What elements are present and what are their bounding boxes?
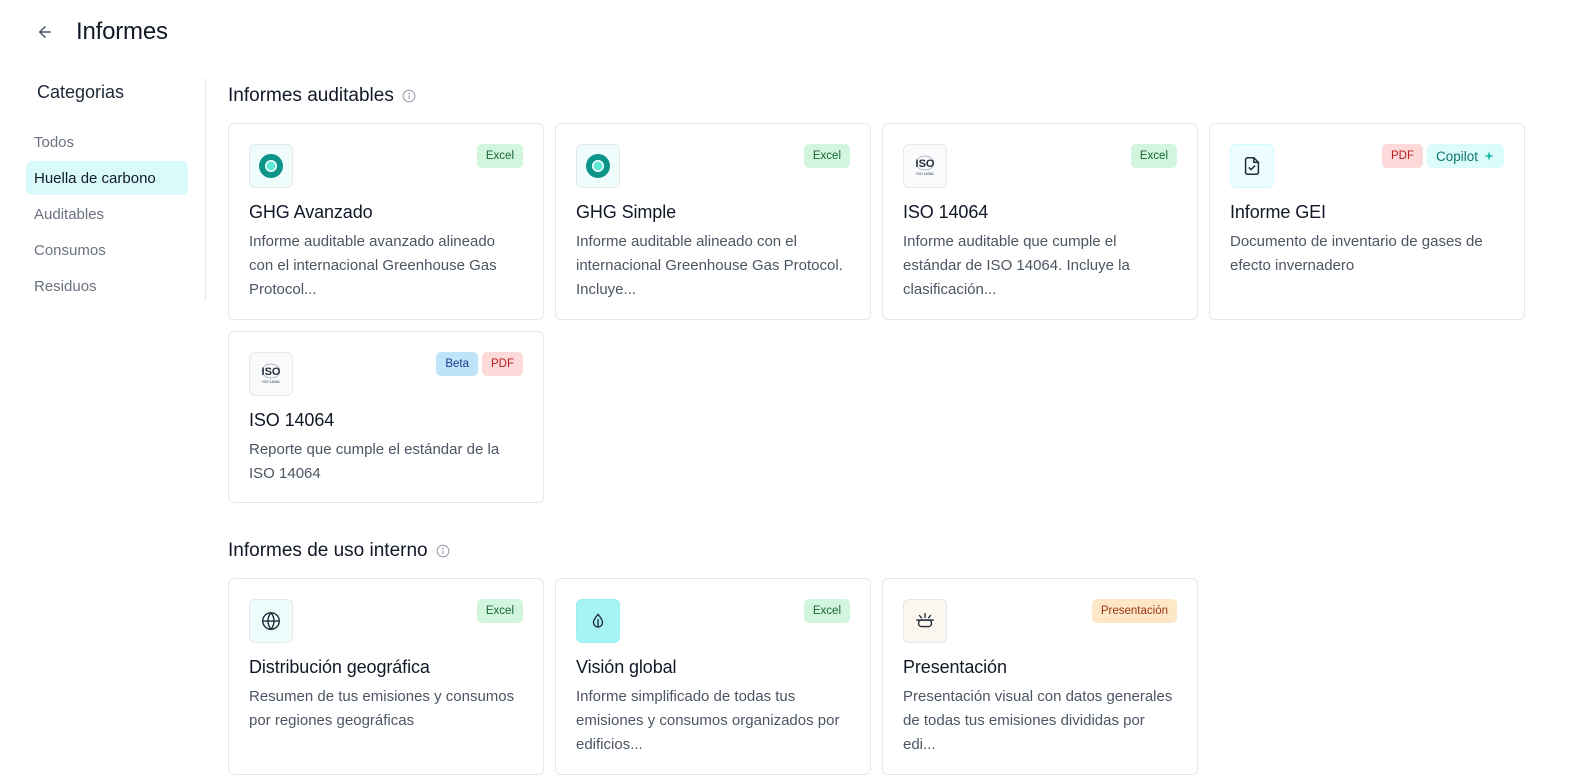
excel-badge: Excel [476,599,523,623]
card-title: GHG Simple [576,202,677,222]
section-auditable-heading: Informes auditables [228,80,1528,112]
sidebar-item-label: Consumos [34,241,106,259]
copilot-badge: Copilot [1426,144,1504,168]
beta-badge: Beta [436,352,478,376]
section-title: Informes de uso interno [228,540,428,561]
sidebar-item-label: Auditables [34,205,105,223]
section-title: Informes auditables [228,85,394,106]
leaf-drop-icon [576,599,620,643]
card-description: Informe auditable alineado con el intern… [576,233,843,298]
sidebar-item-label: Todos [34,133,75,151]
copilot-label: Copilot [1435,148,1478,164]
reports-main: Informes auditables Excel GHG Avanzado I… [228,80,1528,775]
report-card-ghg-simple[interactable]: Excel GHG Simple Informe auditable aline… [555,123,871,320]
sidebar-item-label: Residuos [34,277,97,295]
sidebar-item-residuos[interactable]: Residuos [26,269,188,303]
card-title: ISO 14064 [249,410,335,430]
card-description: Informe simplificado de todas tus emisio… [576,688,840,753]
sidebar-item-consumos[interactable]: Consumos [26,233,188,267]
excel-badge: Excel [1130,144,1177,168]
presentation-badge: Presentación [1091,599,1177,623]
globe-icon [249,599,293,643]
internal-reports-grid: Excel Distribución geográfica Resumen de… [228,578,1528,775]
card-title: GHG Avanzado [249,202,373,222]
excel-badge: Excel [476,144,523,168]
presentation-icon [903,599,947,643]
category-sidebar: Categorias Todos Huella de carbono Audit… [26,78,206,300]
pdf-badge: PDF [482,352,523,376]
report-card-distribucion-geografica[interactable]: Excel Distribución geográfica Resumen de… [228,578,544,775]
card-title: Distribución geográfica [249,657,430,677]
iso-logo-icon: ISO ISO 14064 [903,144,947,188]
file-check-icon [1230,144,1274,188]
card-description: Resumen de tus emisiones y consumos por … [249,688,515,729]
pdf-badge: PDF [1381,144,1423,168]
card-title: Visión global [576,657,677,677]
card-title: ISO 14064 [903,202,989,222]
svg-text:ISO 14064: ISO 14064 [916,172,933,176]
excel-badge: Excel [803,144,850,168]
info-icon[interactable] [436,544,450,558]
card-description: Informe auditable que cumple el estándar… [903,233,1130,298]
page-header: Informes [28,12,168,52]
report-card-iso-14064-excel[interactable]: ISO ISO 14064 Excel ISO 14064 Informe au… [882,123,1198,320]
iso-logo-icon: ISO ISO 14064 [249,352,293,396]
report-card-iso-14064-pdf[interactable]: ISO ISO 14064 Beta PDF ISO 14064 Reporte… [228,331,544,503]
svg-text:ISO 14064: ISO 14064 [262,380,279,384]
card-description: Presentación visual con datos generales … [903,688,1173,753]
back-button[interactable] [28,15,62,49]
svg-text:ISO: ISO [262,366,281,378]
sidebar-item-auditables[interactable]: Auditables [26,197,188,231]
ghg-logo-icon [576,144,620,188]
arrow-left-icon [39,26,51,38]
sidebar-item-huella-de-carbono[interactable]: Huella de carbono [26,161,188,195]
card-description: Reporte que cumple el estándar de la ISO… [249,441,500,482]
auditable-reports-grid: Excel GHG Avanzado Informe auditable ava… [228,123,1528,503]
svg-text:ISO: ISO [916,158,935,170]
sidebar-item-label: Huella de carbono [34,169,156,187]
card-description: Documento de inventario de gases de efec… [1230,233,1483,274]
sparkle-icon [1484,151,1494,161]
report-card-informe-gei[interactable]: PDF Copilot Informe GEI Documento de inv… [1209,123,1525,320]
sidebar-item-todos[interactable]: Todos [26,125,188,159]
excel-badge: Excel [803,599,850,623]
card-title: Presentación [903,657,1007,677]
ghg-logo-icon [249,144,293,188]
report-card-presentacion[interactable]: Presentación Presentación Presentación v… [882,578,1198,775]
info-icon[interactable] [402,89,416,103]
report-card-ghg-avanzado[interactable]: Excel GHG Avanzado Informe auditable ava… [228,123,544,320]
page-title: Informes [76,18,168,45]
sidebar-title: Categorias [37,82,125,102]
section-internal-heading: Informes de uso interno [228,535,1528,567]
card-title: Informe GEI [1230,202,1326,222]
report-card-vision-global[interactable]: Excel Visión global Informe simplificado… [555,578,871,775]
card-description: Informe auditable avanzado alineado con … [249,233,497,298]
